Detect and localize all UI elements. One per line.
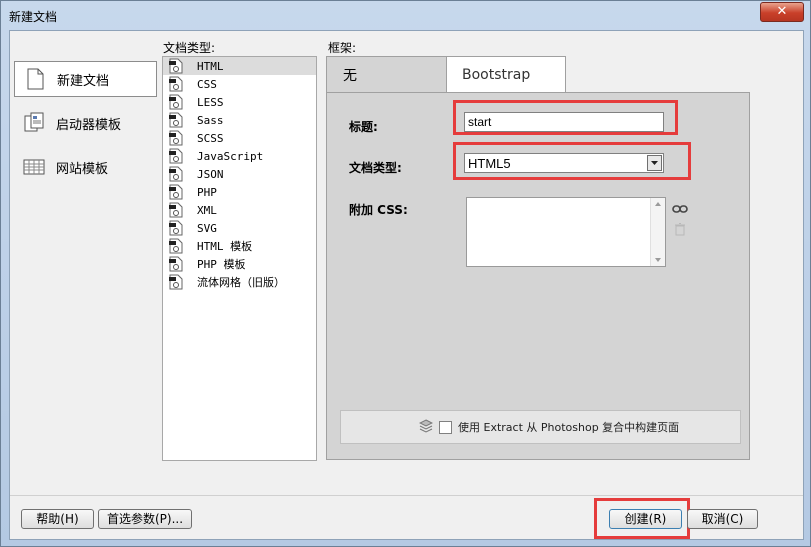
- doc-type-item[interactable]: CSS: [163, 75, 316, 93]
- blank-document-icon: [23, 67, 47, 91]
- tab-label: Bootstrap: [462, 67, 531, 83]
- extract-checkbox[interactable]: [439, 420, 452, 434]
- cancel-button[interactable]: 取消(C): [687, 509, 758, 529]
- doc-type-label: 流体网格（旧版）: [197, 276, 285, 289]
- file-type-icon: [169, 58, 183, 74]
- doc-type-label: CSS: [197, 77, 217, 91]
- extract-label: 使用 Extract 从 Photoshop 复合中构建页面: [458, 421, 680, 434]
- file-type-icon: [169, 202, 183, 218]
- doc-type-item[interactable]: HTML: [163, 57, 316, 75]
- doc-type-label: JSON: [197, 167, 224, 181]
- doc-type-list[interactable]: HTML CSS LESS Sass SCSS JavaScript JSON PHP XML S…: [162, 56, 317, 461]
- nav-item-new-document[interactable]: 新建文档: [14, 61, 157, 97]
- nav-item-starter-templates[interactable]: 启动器模板: [14, 106, 155, 140]
- scrollbar[interactable]: [650, 198, 665, 266]
- doc-type-item[interactable]: PHP: [163, 183, 316, 201]
- file-type-icon: [169, 130, 183, 146]
- new-document-dialog: 新建文档 ✕ 新建文档 启动器模板 网站模板 文档类型: HTML CSS LE…: [0, 0, 811, 547]
- doc-type-item[interactable]: Sass: [163, 111, 316, 129]
- file-type-icon: [169, 148, 183, 164]
- highlight-box-doctype: [453, 142, 691, 180]
- help-button[interactable]: 帮助(H): [21, 509, 94, 529]
- highlight-box-create: [594, 498, 690, 539]
- file-type-icon: [169, 184, 183, 200]
- doc-type-label: SVG: [197, 221, 217, 235]
- dialog-body: 新建文档 启动器模板 网站模板 文档类型: HTML CSS LESS Sass SCS…: [9, 30, 804, 540]
- separator: [10, 495, 803, 496]
- attach-css-label: 附加 CSS:: [349, 203, 408, 217]
- doc-type-item[interactable]: SVG: [163, 219, 316, 237]
- doc-type-item[interactable]: 流体网格（旧版）: [163, 273, 316, 291]
- nav-item-label: 启动器模板: [56, 117, 122, 133]
- file-type-icon: [169, 220, 183, 236]
- doc-type-label: JavaScript: [197, 149, 264, 163]
- left-nav: 新建文档 启动器模板 网站模板: [10, 31, 160, 491]
- doc-type-label: Sass: [197, 113, 224, 127]
- close-icon: ✕: [776, 4, 788, 19]
- doc-type-label: LESS: [197, 95, 224, 109]
- doc-type-item[interactable]: PHP 模板: [163, 255, 316, 273]
- file-type-icon: [169, 94, 183, 110]
- doc-type-label: HTML: [197, 59, 224, 73]
- doc-type-item[interactable]: LESS: [163, 93, 316, 111]
- file-type-icon: [169, 274, 183, 290]
- tab-label: 无: [343, 68, 357, 84]
- tab-body: 标题: start 文档类型: HTML5 附加 CSS: 使用 Extract…: [326, 92, 750, 460]
- site-template-icon: [22, 155, 46, 179]
- file-type-icon: [169, 256, 183, 272]
- doc-type-item[interactable]: JavaScript: [163, 147, 316, 165]
- window-title: 新建文档: [9, 10, 58, 24]
- doc-type-label: SCSS: [197, 131, 224, 145]
- doc-type-item[interactable]: HTML 模板: [163, 237, 316, 255]
- file-type-icon: [169, 76, 183, 92]
- title-label: 标题:: [349, 120, 378, 134]
- highlight-box-title: [453, 100, 678, 135]
- doc-type-item[interactable]: SCSS: [163, 129, 316, 147]
- extract-bar: 使用 Extract 从 Photoshop 复合中构建页面: [340, 410, 741, 444]
- doc-type-label: HTML 模板: [197, 240, 253, 253]
- title-bar[interactable]: 新建文档 ✕: [1, 1, 810, 29]
- nav-item-label: 新建文档: [57, 73, 110, 89]
- doc-type-list-label: 文档类型:: [163, 41, 216, 55]
- trash-icon[interactable]: [674, 223, 686, 239]
- doctype-label: 文档类型:: [349, 161, 402, 175]
- doc-type-label: XML: [197, 203, 217, 217]
- doc-type-item[interactable]: JSON: [163, 165, 316, 183]
- link-icon[interactable]: [672, 203, 688, 218]
- starter-template-icon: [22, 111, 46, 135]
- file-type-icon: [169, 238, 183, 254]
- file-type-icon: [169, 112, 183, 128]
- preferences-button[interactable]: 首选参数(P)...: [98, 509, 192, 529]
- nav-item-label: 网站模板: [56, 161, 109, 177]
- layers-icon: [418, 418, 434, 436]
- nav-item-site-templates[interactable]: 网站模板: [14, 150, 155, 184]
- file-type-icon: [169, 166, 183, 182]
- frame-panel: 无 Bootstrap 标题: start 文档类型: HTML5 附加 CSS…: [326, 56, 750, 460]
- tab-none[interactable]: 无: [326, 56, 448, 93]
- doc-type-item[interactable]: XML: [163, 201, 316, 219]
- close-button[interactable]: ✕: [760, 2, 804, 22]
- doc-type-label: PHP 模板: [197, 258, 246, 271]
- tab-bootstrap[interactable]: Bootstrap: [446, 56, 566, 93]
- attached-css-list[interactable]: [466, 197, 666, 267]
- doc-type-label: PHP: [197, 185, 217, 199]
- frame-label: 框架:: [328, 41, 357, 55]
